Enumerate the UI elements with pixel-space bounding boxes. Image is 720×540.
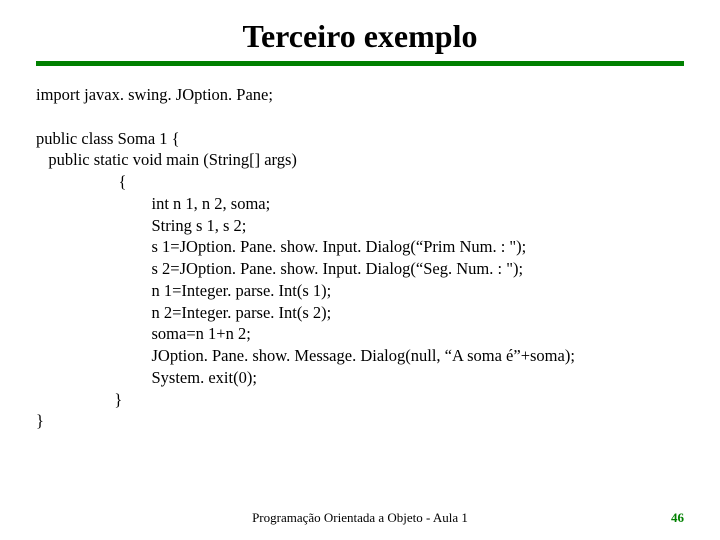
slide-title: Terceiro exemplo <box>36 18 684 55</box>
page-number: 46 <box>671 510 684 526</box>
slide: Terceiro exemplo import javax. swing. JO… <box>0 0 720 540</box>
footer: Programação Orientada a Objeto - Aula 1 … <box>0 510 720 526</box>
footer-text: Programação Orientada a Objeto - Aula 1 <box>252 510 468 526</box>
title-underline <box>36 61 684 66</box>
code-block: import javax. swing. JOption. Pane; publ… <box>36 84 684 432</box>
